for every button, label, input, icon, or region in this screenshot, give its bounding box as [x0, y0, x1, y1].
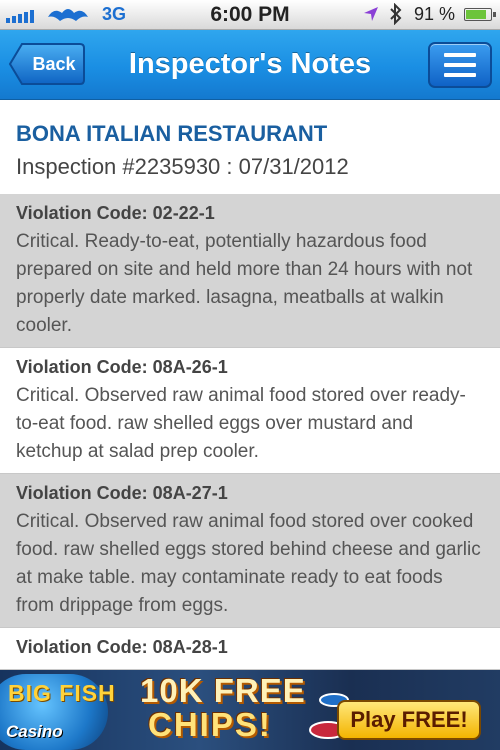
ad-headline: 10K FREE: [140, 672, 306, 709]
menu-icon: [444, 53, 476, 57]
violation-item: Violation Code: 08A-27-1 Critical. Obser…: [0, 474, 500, 628]
violation-description: Critical. Ready-to-eat, potentially haza…: [16, 231, 473, 336]
inspection-notes-content[interactable]: BONA ITALIAN RESTAURANT Inspection #2235…: [0, 100, 500, 670]
violation-code: Violation Code: 08A-27-1: [16, 483, 228, 503]
bluetooth-icon: [388, 2, 404, 30]
violation-description: Critical. Observed raw animal food store…: [16, 385, 466, 462]
battery-percentage: 91 %: [414, 4, 456, 24]
violation-item: Violation Code: 08A-26-1 Critical. Obser…: [0, 348, 500, 474]
ad-banner[interactable]: BIG FISH Casino 10K FREE CHIPS! Play FRE…: [0, 670, 500, 750]
violation-item: Violation Code: 08A-28-1: [0, 628, 500, 670]
ad-logo-subtext: Casino: [6, 722, 63, 741]
violation-description: Critical. Observed raw animal food store…: [16, 511, 481, 616]
violation-code: Violation Code: 02-22-1: [16, 203, 215, 223]
menu-icon-line: [444, 73, 476, 77]
play-free-button[interactable]: Play FREE!: [337, 700, 481, 740]
violation-list: Violation Code: 02-22-1 Critical. Ready-…: [0, 194, 500, 670]
inspection-number-date: Inspection #2235930 : 07/31/2012: [16, 154, 349, 179]
ad-logo-text: BIG FISH: [8, 680, 116, 706]
ad-headline-second: CHIPS!: [148, 706, 272, 743]
violation-code: Violation Code: 08A-28-1: [16, 637, 228, 657]
menu-icon-line: [444, 63, 476, 67]
restaurant-name: BONA ITALIAN RESTAURANT: [16, 121, 328, 146]
navigation-bar: Back Inspector's Notes: [0, 30, 500, 100]
page-title: Inspector's Notes: [128, 48, 372, 80]
violation-item: Violation Code: 02-22-1 Critical. Ready-…: [0, 194, 500, 348]
violation-code: Violation Code: 08A-26-1: [16, 357, 228, 377]
back-button-label: Back: [32, 54, 76, 74]
location-arrow-icon: [362, 5, 380, 28]
battery-icon: [464, 8, 496, 21]
menu-button[interactable]: [428, 42, 492, 88]
status-bar: 3G 6:00 PM 91 %: [0, 0, 500, 30]
back-button[interactable]: Back: [8, 42, 86, 86]
